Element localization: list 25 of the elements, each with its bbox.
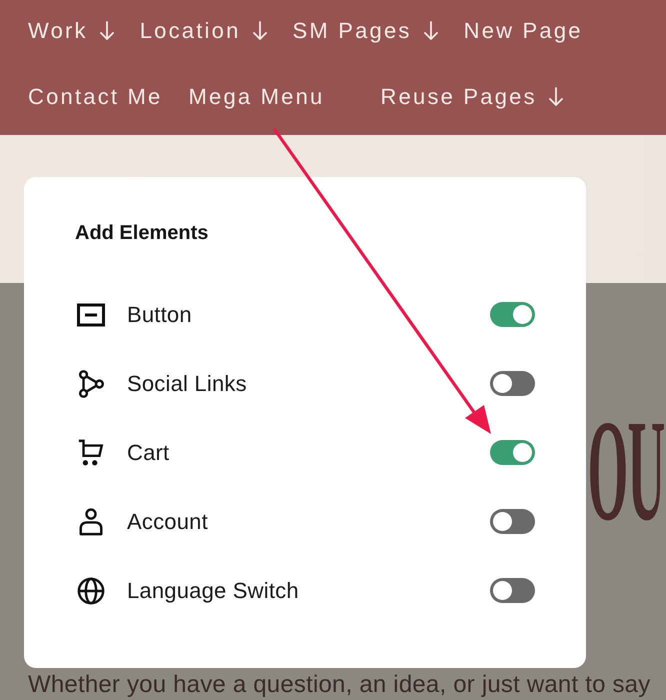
button-icon <box>77 300 105 328</box>
panel-title: Add Elements <box>75 221 210 245</box>
nav-link[interactable]: Contact Me <box>28 85 162 109</box>
nav-link[interactable]: New Page <box>464 19 583 43</box>
nav-link[interactable]: Reuse Pages <box>380 85 563 109</box>
person-icon <box>77 508 105 536</box>
cart-icon <box>77 438 105 466</box>
element-label: Account <box>127 508 209 534</box>
nav-link[interactable]: Mega Menu <box>188 85 324 109</box>
connected-nodes-icon <box>77 370 105 398</box>
hero-heading: OU <box>587 399 664 544</box>
nav-link[interactable]: Location <box>140 19 267 43</box>
globe-icon <box>77 576 105 604</box>
element-label: Button <box>127 302 193 328</box>
element-label: Language Switch <box>127 578 300 604</box>
nav-link[interactable]: SM Pages <box>292 19 438 43</box>
toggle-switch[interactable] <box>490 509 535 534</box>
nav-link[interactable]: Work <box>28 19 114 43</box>
toggle-switch[interactable] <box>490 440 535 465</box>
toggle-switch[interactable] <box>490 302 535 327</box>
intro-text: Whether you have a question, an idea, or just want to say <box>28 672 652 698</box>
toggle-switch[interactable] <box>490 578 535 603</box>
element-label: Cart <box>127 440 170 466</box>
toggle-switch[interactable] <box>490 371 535 396</box>
element-label: Social Links <box>127 370 248 396</box>
